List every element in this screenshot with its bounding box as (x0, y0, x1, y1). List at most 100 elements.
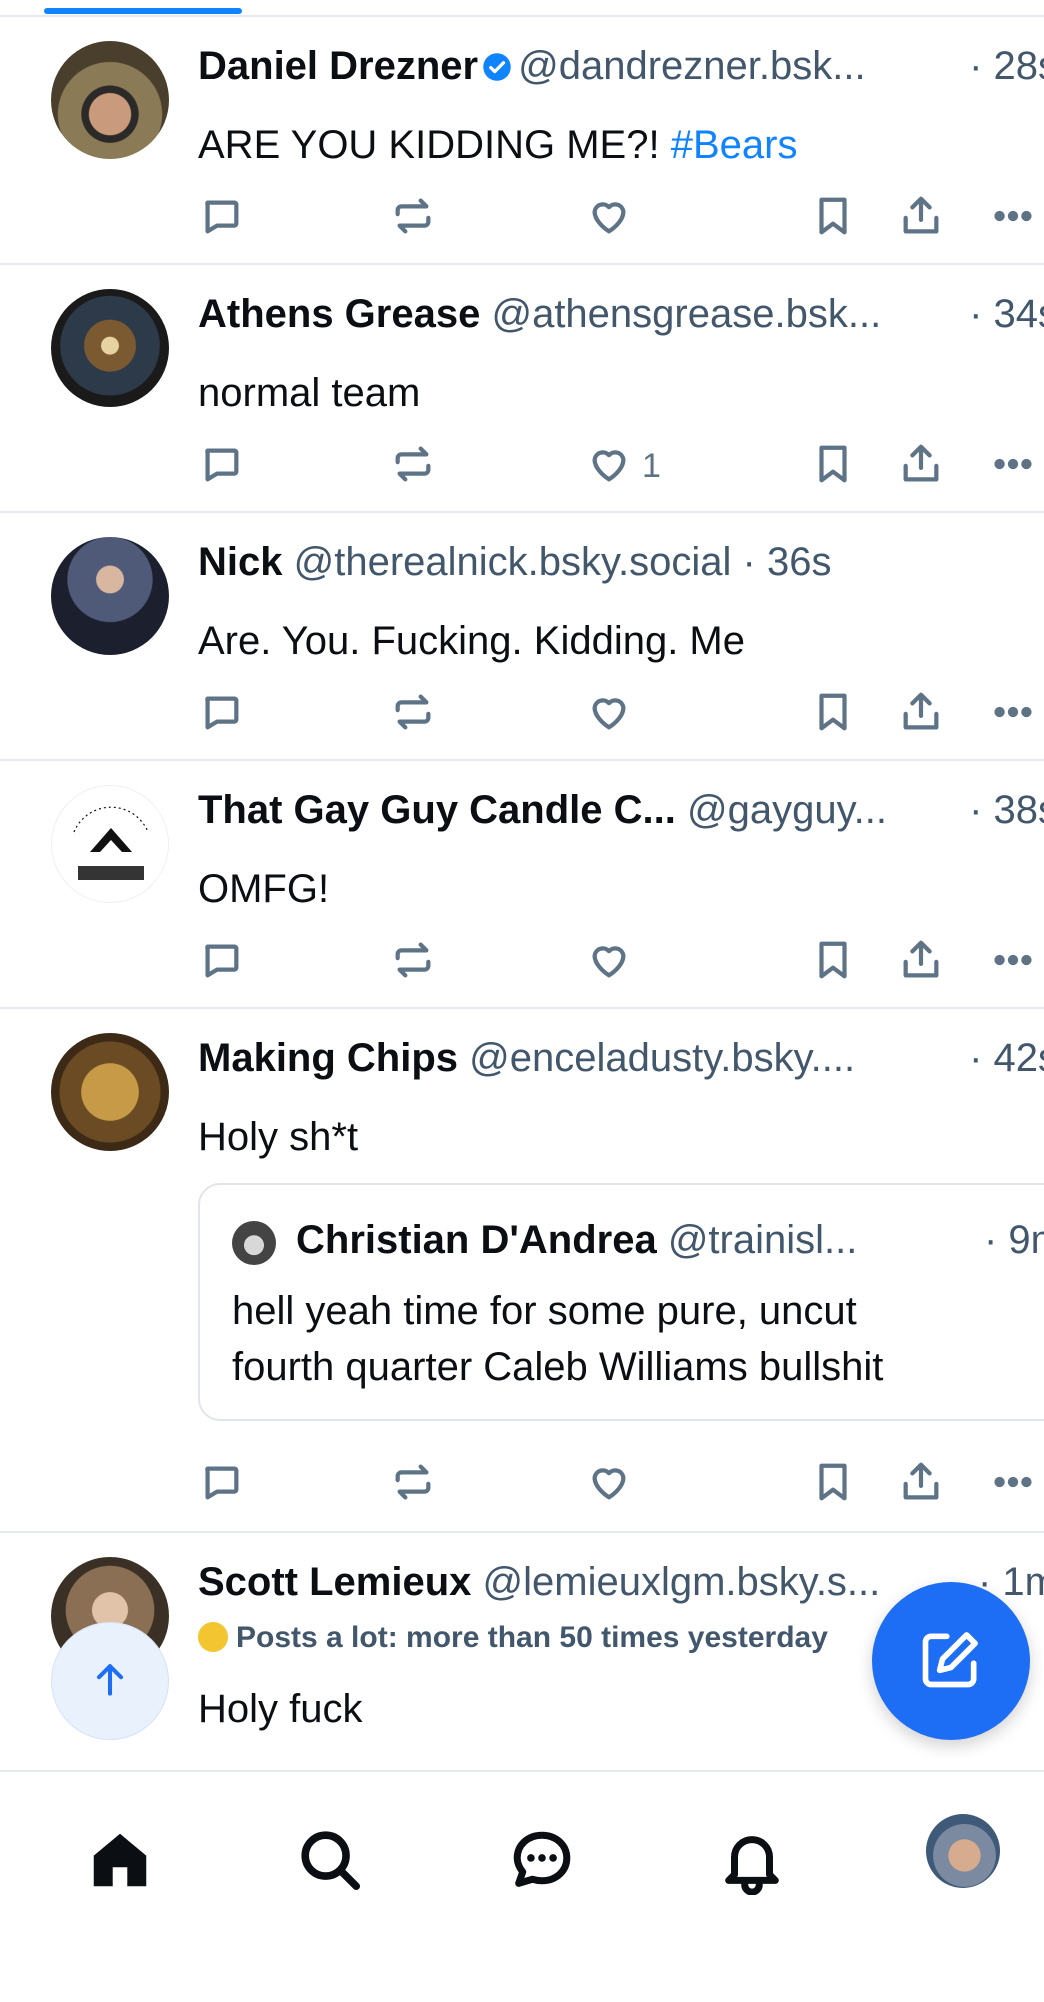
quoted-text: hell yeah time for some pure, uncut four… (232, 1283, 883, 1395)
reply-button[interactable] (198, 193, 244, 243)
nav-search[interactable] (292, 1824, 368, 1900)
more-options-button[interactable] (990, 441, 1036, 491)
share-icon (898, 937, 944, 988)
bookmark-button[interactable] (810, 689, 856, 739)
post-text: normal team (198, 371, 421, 415)
repost-button[interactable] (390, 1459, 436, 1509)
post-time[interactable]: · 34s (959, 289, 1044, 339)
post-time[interactable]: · 28s (959, 41, 1044, 91)
like-button[interactable] (586, 689, 632, 739)
reply-icon (198, 689, 244, 740)
more-icon (990, 1459, 1036, 1510)
post-time[interactable]: · 42s (959, 1033, 1044, 1083)
repost-icon (390, 441, 436, 492)
repost-button[interactable] (390, 689, 436, 739)
profile-avatar[interactable] (926, 1814, 1000, 1888)
repost-button[interactable] (390, 937, 436, 987)
quoted-header: Christian D'Andrea @trainisl... (296, 1215, 1044, 1265)
bookmark-button[interactable] (810, 937, 856, 987)
like-button[interactable]: 1 (586, 441, 661, 491)
notifications-icon (717, 1825, 787, 1900)
broadcast-icon (198, 1622, 228, 1652)
post[interactable]: That Gay Guy Candle C... @gayguy... · 38… (0, 761, 1044, 1009)
like-icon (586, 937, 632, 988)
post[interactable]: Making Chips @enceladusty.bsky.... · 42s… (0, 1009, 1044, 1533)
author-name[interactable]: Nick (198, 540, 283, 584)
share-button[interactable] (898, 1459, 944, 1509)
more-options-button[interactable] (990, 937, 1036, 987)
avatar[interactable] (51, 1033, 169, 1151)
nav-chat[interactable] (504, 1824, 580, 1900)
reply-icon (198, 1459, 244, 1510)
bookmark-icon (810, 689, 856, 740)
share-icon (898, 441, 944, 492)
quoted-post[interactable]: Christian D'Andrea @trainisl... · 9m hel… (198, 1183, 1044, 1421)
author-name[interactable]: Daniel Drezner (198, 44, 478, 88)
post-actions (198, 1459, 1044, 1509)
like-button[interactable] (586, 937, 632, 987)
quoted-text-line: fourth quarter Caleb Williams bullshit (232, 1345, 884, 1389)
post[interactable]: Athens Grease @athensgrease.bsk... · 34s… (0, 265, 1044, 513)
like-icon (586, 1459, 632, 1510)
author-name[interactable]: Athens Grease (198, 292, 480, 336)
scroll-to-top-button[interactable] (51, 1622, 169, 1740)
post[interactable]: Daniel Drezner @dandrezner.bsk... · 28s A… (0, 17, 1044, 265)
post-actions (198, 193, 1044, 243)
post[interactable]: Nick @therealnick.bsky.social · 36s Are.… (0, 513, 1044, 761)
repost-button[interactable] (390, 193, 436, 243)
like-button[interactable] (586, 193, 642, 243)
bookmark-button[interactable] (810, 441, 856, 491)
avatar[interactable] (51, 785, 169, 903)
like-button[interactable] (586, 1459, 632, 1509)
more-options-button[interactable] (990, 689, 1036, 739)
like-icon (586, 689, 632, 740)
author-name[interactable]: That Gay Guy Candle C... (198, 788, 676, 832)
hashtag-link[interactable]: #Bears (671, 123, 798, 167)
more-icon (990, 441, 1036, 492)
repost-icon (390, 1459, 436, 1510)
repost-button[interactable] (390, 441, 436, 491)
reply-button[interactable] (198, 1459, 244, 1509)
bookmark-button[interactable] (810, 193, 856, 243)
share-button[interactable] (898, 193, 944, 243)
like-icon (586, 193, 632, 244)
reply-button[interactable] (198, 937, 244, 987)
post-time[interactable]: · 38s (959, 785, 1044, 835)
quoted-avatar (232, 1221, 276, 1265)
post-text: Holy sh*t (198, 1115, 359, 1159)
author-name[interactable]: Scott Lemieux (198, 1560, 471, 1604)
reply-button[interactable] (198, 689, 244, 739)
author-handle[interactable]: @gayguy... (687, 788, 887, 832)
author-handle[interactable]: @athensgrease.bsk... (491, 292, 881, 336)
more-options-button[interactable] (990, 193, 1036, 243)
quoted-author-name: Christian D'Andrea (296, 1218, 657, 1262)
feed: Daniel Drezner @dandrezner.bsk... · 28s A… (0, 0, 1044, 1772)
post-header: Nick @therealnick.bsky.social · 36s (198, 537, 1044, 587)
author-handle[interactable]: @enceladusty.bsky.... (469, 1036, 855, 1080)
post-header: Daniel Drezner @dandrezner.bsk... · 28s (198, 41, 1044, 91)
post-text: ARE YOU KIDDING ME?! #Bears (198, 117, 797, 173)
share-button[interactable] (898, 441, 944, 491)
more-icon (990, 193, 1036, 244)
activity-badge-text: Posts a lot: more than 50 times yesterda… (236, 1621, 828, 1654)
author-handle[interactable]: @therealnick.bsky.social · 36s (294, 540, 832, 584)
share-button[interactable] (898, 689, 944, 739)
nav-notifications[interactable] (714, 1824, 790, 1900)
post-actions (198, 689, 1044, 739)
bookmark-button[interactable] (810, 1459, 856, 1509)
share-icon (898, 193, 944, 244)
avatar[interactable] (51, 289, 169, 407)
more-icon (990, 937, 1036, 988)
reply-button[interactable] (198, 441, 244, 491)
share-icon (898, 1459, 944, 1510)
author-handle[interactable]: @lemieuxlgm.bsky.s... (483, 1560, 881, 1604)
arrow-up-icon (88, 1657, 132, 1706)
author-handle[interactable]: @dandrezner.bsk... (518, 44, 865, 88)
avatar[interactable] (51, 41, 169, 159)
compose-post-button[interactable] (872, 1582, 1030, 1740)
author-name[interactable]: Making Chips (198, 1036, 458, 1080)
share-button[interactable] (898, 937, 944, 987)
avatar[interactable] (51, 537, 169, 655)
nav-home[interactable] (82, 1824, 158, 1900)
more-options-button[interactable] (990, 1459, 1036, 1509)
